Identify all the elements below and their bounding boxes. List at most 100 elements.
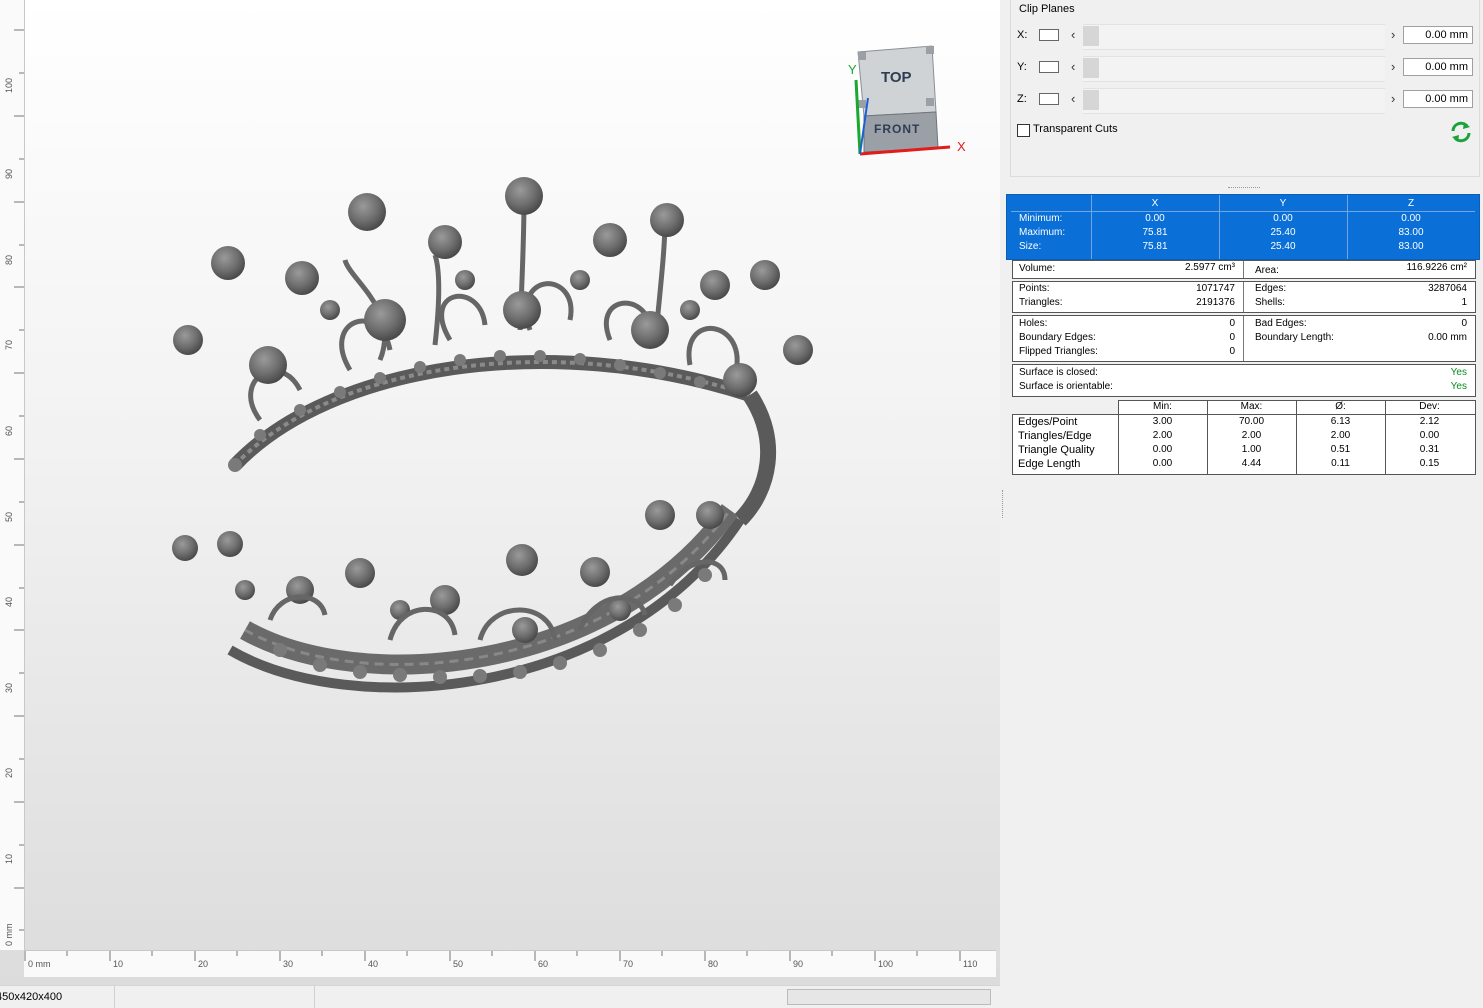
axis-y-label: Y [848,62,857,77]
stats-cell: 2.00 [1330,430,1351,441]
hruler-label: 100 [878,959,894,969]
bounds-cell: 25.40 [1270,227,1296,238]
volume-area-box: Volume: 2.5977 cm³ Area: 116.9226 cm² [1012,260,1476,279]
clip-axis-label: X: [1017,29,1028,41]
hruler-label: 70 [623,959,634,969]
stats-cell: 0.31 [1419,444,1440,455]
clip-x-slider-thumb[interactable] [1083,26,1099,46]
clip-y-slider[interactable] [1083,56,1385,82]
bad-edges-label: Bad Edges: [1255,318,1307,329]
stats-cell: 3.00 [1152,416,1173,427]
clip-y-value-field[interactable]: 0.00 mm [1403,58,1473,76]
holes-value: 0 [1229,318,1235,329]
counts-box: Points: 1071747 Triangles: 2191376 Edges… [1012,281,1476,313]
stats-header-avg: Ø: [1335,401,1346,412]
clip-z-increase-button[interactable]: › [1391,91,1395,106]
bounding-box-table: X Y Z Minimum: 0.00 0.00 0.00 Maximum: 7… [1006,194,1480,260]
mesh-stats-table: Min: Max: Ø: Dev: Edges/Point 3.00 70.00… [1012,400,1476,475]
clip-axis-label: Z: [1017,93,1027,105]
boundary-length-value: 0.00 mm [1428,332,1467,343]
crown-model[interactable] [150,160,830,720]
clip-row-x: X: ‹ › 0.00 mm [1011,24,1479,50]
stats-cell: 0.00 [1152,444,1173,455]
clip-z-toggle[interactable] [1039,93,1059,105]
hruler-label: 10 [113,959,124,969]
hruler-label: 30 [283,959,294,969]
clip-row-z: Z: ‹ › 0.00 mm [1011,88,1479,114]
panel-resize-grip[interactable] [1228,187,1260,191]
cube-face-top[interactable]: TOP [881,69,912,86]
navigation-cube[interactable]: TOP FRONT X Y [840,40,980,165]
properties-panel: Clip Planes X: ‹ › 0.00 mm Y: ‹ › 0.00 m… [1006,0,1483,1007]
clip-y-toggle[interactable] [1039,61,1059,73]
shells-value: 1 [1461,297,1467,308]
stats-header-max: Max: [1240,401,1263,412]
status-segment [0,986,115,1008]
cube-face-front[interactable]: FRONT [874,122,920,136]
stats-cell: 6.13 [1330,416,1351,427]
vruler-label: 90 [4,168,14,179]
clip-planes-group: Clip Planes X: ‹ › 0.00 mm Y: ‹ › 0.00 m… [1010,0,1480,177]
clip-x-value-field[interactable]: 0.00 mm [1403,26,1473,44]
hruler-label: 110 [963,959,978,969]
vruler-label: 70 [4,339,14,350]
surface-orientable-value: Yes [1450,381,1467,392]
stats-cell: 0.51 [1330,444,1351,455]
clip-y-slider-thumb[interactable] [1083,58,1099,78]
stats-row-label: Triangle Quality [1018,444,1095,456]
boundary-edges-label: Boundary Edges: [1019,332,1096,343]
progress-bar [787,989,991,1005]
vruler-label: 30 [4,682,14,693]
clip-y-decrease-button[interactable]: ‹ [1071,59,1075,74]
flipped-triangles-label: Flipped Triangles: [1019,346,1098,357]
clip-x-toggle[interactable] [1039,29,1059,41]
bounds-header-z: Z [1407,198,1415,209]
horizontal-ruler-ticks [24,951,961,961]
surface-orientable-label: Surface is orientable: [1019,381,1113,392]
hruler-label: 60 [538,959,549,969]
refresh-icon[interactable] [1449,120,1473,144]
bounds-header-y: Y [1279,198,1287,209]
vruler-label: 80 [4,254,14,265]
hruler-label: 80 [708,959,719,969]
errors-box: Holes: 0 Boundary Edges: 0 Flipped Trian… [1012,315,1476,362]
bounds-row-label: Maximum: [1019,227,1066,238]
stats-cell: 0.00 [1419,430,1440,441]
bounds-cell: 0.00 [1273,213,1293,224]
bounds-cell: 83.00 [1398,241,1424,252]
transparent-cuts-label: Transparent Cuts [1033,123,1118,135]
checkbox-box[interactable] [1017,124,1030,137]
clip-z-slider[interactable] [1083,88,1385,114]
clip-z-slider-thumb[interactable] [1083,90,1099,110]
clip-x-decrease-button[interactable]: ‹ [1071,27,1075,42]
clip-z-decrease-button[interactable]: ‹ [1071,91,1075,106]
vruler-label: 10 [4,853,14,864]
volume-value: 2.5977 cm³ [1184,262,1235,273]
hruler-label: 20 [198,959,209,969]
clip-y-increase-button[interactable]: › [1391,59,1395,74]
shells-label: Shells: [1255,297,1286,308]
volume-label: Volume: [1019,263,1056,274]
horizontal-ruler: 0 mm 10 20 30 40 50 60 70 80 90 100 110 [24,950,996,977]
clip-z-value-field[interactable]: 0.00 mm [1403,90,1473,108]
vruler-label: 100 [4,77,14,93]
clip-x-increase-button[interactable]: › [1391,27,1395,42]
vruler-label: 50 [4,511,14,522]
vruler-label: 60 [4,425,14,436]
bounds-cell: 83.00 [1398,227,1424,238]
vertical-ruler-ticks [14,29,24,931]
bounds-cell: 75.81 [1142,227,1168,238]
bounds-row-label: Size: [1019,241,1042,252]
bad-edges-value: 0 [1461,318,1467,329]
hruler-label: 90 [793,959,804,969]
bounds-header-x: X [1151,198,1159,209]
stats-cell: 4.44 [1241,458,1262,469]
bounds-cell: 0.00 [1401,213,1421,224]
clip-x-slider[interactable] [1083,24,1385,50]
stats-cell: 2.00 [1241,430,1262,441]
hruler-label: 50 [453,959,464,969]
stats-cell: 0.11 [1331,458,1350,469]
3d-viewport[interactable]: 100 90 80 70 60 50 40 30 20 10 0 mm 0 mm… [0,0,1000,985]
stats-header-min: Min: [1153,401,1172,412]
stats-row-label: Edge Length [1018,458,1081,470]
